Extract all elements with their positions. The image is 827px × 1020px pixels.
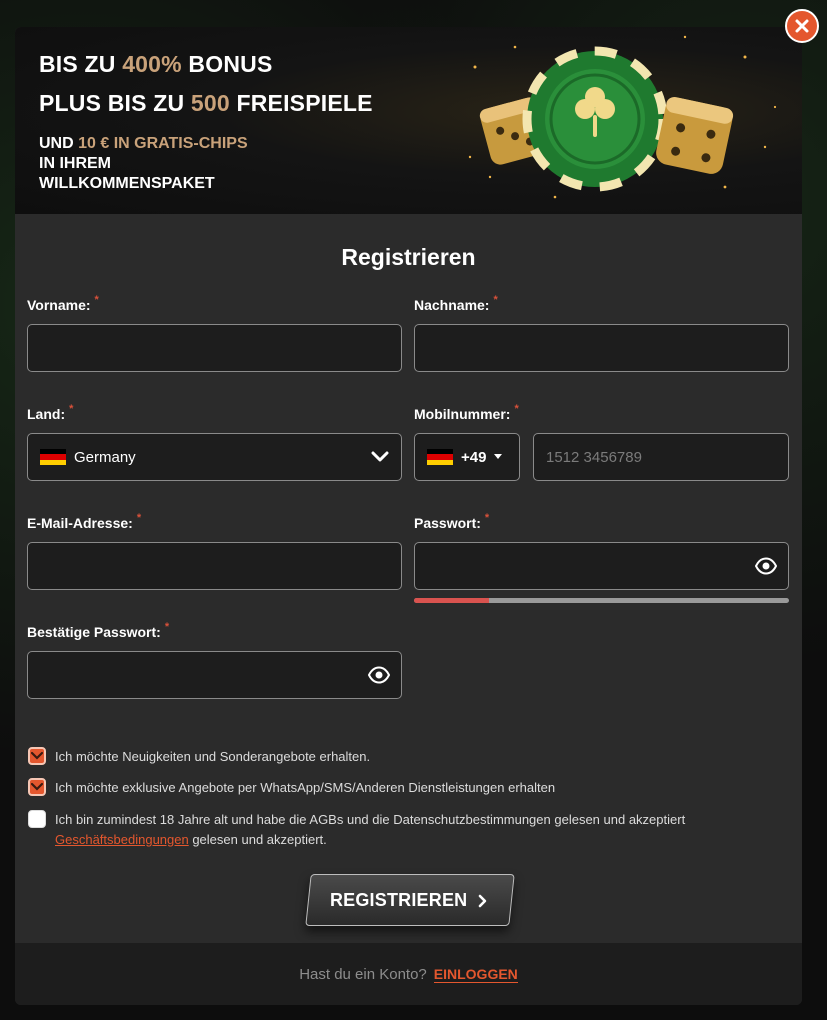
terms-label: Ich bin zumindest 18 Jahre alt und habe …	[55, 812, 686, 847]
banner-subtext: UND 10 € IN GRATIS-CHIPS IN IHREM WILLKO…	[39, 135, 248, 192]
close-icon	[795, 19, 809, 33]
check-icon	[31, 782, 43, 791]
caret-down-icon	[494, 454, 503, 459]
form-title: Registrieren	[341, 244, 476, 270]
banner-headline-2: PLUS BIS ZU 500 FREISPIELE	[39, 90, 373, 116]
password-strength-fill	[414, 598, 489, 603]
chevron-down-icon	[371, 451, 389, 462]
confirm-password-input[interactable]	[27, 651, 402, 699]
dial-code-select[interactable]: +49	[414, 433, 520, 481]
close-button[interactable]	[785, 9, 819, 43]
country-select[interactable]: Germany	[27, 433, 402, 481]
newsletter-consent[interactable]: Ich möchte Neuigkeiten und Sonderangebot…	[28, 747, 788, 767]
germany-flag-icon	[40, 448, 66, 466]
country-value: Germany	[74, 448, 136, 466]
last-name-label: Nachname: *	[414, 294, 498, 313]
eye-icon[interactable]	[368, 666, 390, 684]
mobile-placeholder: 1512 3456789	[546, 448, 642, 466]
country-label: Land: *	[27, 403, 74, 422]
first-name-input[interactable]	[27, 324, 402, 372]
whatsapp-label: Ich möchte exklusive Angebote per WhatsA…	[55, 780, 556, 795]
mobile-label: Mobilnummer: *	[414, 403, 519, 422]
registration-modal: BIS ZU 400% BONUS PLUS BIS ZU 500 FREISP…	[15, 27, 802, 1005]
confirm-password-label: Bestätige Passwort: *	[27, 621, 170, 640]
email-input[interactable]	[27, 542, 402, 590]
mobile-number-input[interactable]: 1512 3456789	[533, 433, 789, 481]
first-name-label: Vorname: *	[27, 294, 99, 313]
dial-code-value: +49	[461, 448, 487, 466]
casino-chip-dice-illustration	[468, 35, 777, 199]
promo-banner: BIS ZU 400% BONUS PLUS BIS ZU 500 FREISP…	[15, 27, 802, 214]
whatsapp-checkbox[interactable]	[28, 778, 46, 796]
login-footer: Hast du ein Konto? EINLOGGEN	[15, 943, 802, 1005]
terms-link[interactable]: Geschäftsbedingungen	[55, 832, 189, 847]
last-name-input[interactable]	[414, 324, 789, 372]
newsletter-label: Ich möchte Neuigkeiten und Sonderangebot…	[55, 749, 371, 764]
terms-checkbox[interactable]	[28, 810, 46, 828]
chevron-right-icon	[479, 893, 488, 907]
login-link[interactable]: EINLOGGEN	[433, 966, 518, 983]
banner-headline-1: BIS ZU 400% BONUS	[39, 51, 273, 77]
terms-consent[interactable]: Ich bin zumindest 18 Jahre alt und habe …	[28, 810, 748, 850]
password-label: Passwort: *	[414, 512, 490, 531]
check-icon	[31, 751, 43, 760]
register-button[interactable]: REGISTRIEREN	[305, 874, 515, 926]
germany-flag-icon	[427, 448, 453, 466]
password-strength-bar	[414, 598, 789, 603]
whatsapp-consent[interactable]: Ich möchte exklusive Angebote per WhatsA…	[28, 778, 788, 798]
password-input[interactable]	[414, 542, 789, 590]
have-account-text: Hast du ein Konto?	[299, 965, 427, 983]
email-label: E-Mail-Adresse: *	[27, 512, 142, 531]
eye-icon[interactable]	[755, 557, 777, 575]
newsletter-checkbox[interactable]	[28, 747, 46, 765]
